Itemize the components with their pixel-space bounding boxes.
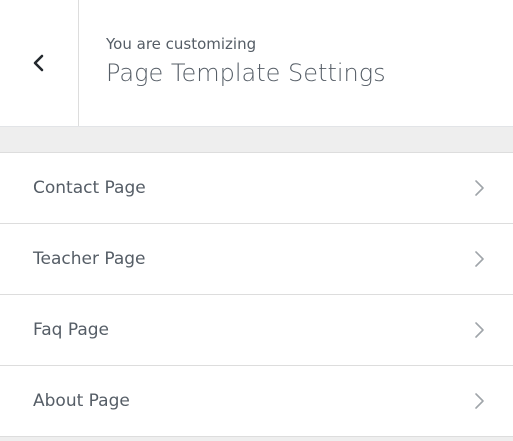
chevron-right-icon: [475, 251, 484, 267]
section-item-label: Faq Page: [33, 320, 109, 340]
chevron-right-icon: [475, 322, 484, 338]
section-list: Contact Page Teacher Page Faq Page About…: [0, 152, 513, 437]
chevron-right-icon: [475, 393, 484, 409]
chevron-left-icon: [33, 54, 44, 72]
section-item-faq-page[interactable]: Faq Page: [0, 295, 513, 366]
section-item-contact-page[interactable]: Contact Page: [0, 153, 513, 224]
customizer-header: You are customizing Page Template Settin…: [0, 0, 513, 127]
section-item-label: Teacher Page: [33, 249, 146, 269]
panel-title-block: You are customizing Page Template Settin…: [106, 34, 501, 89]
back-button[interactable]: [0, 0, 79, 126]
chevron-right-icon: [475, 180, 484, 196]
section-item-about-page[interactable]: About Page: [0, 366, 513, 437]
section-spacer: [0, 127, 513, 152]
section-item-label: About Page: [33, 391, 130, 411]
section-item-teacher-page[interactable]: Teacher Page: [0, 224, 513, 295]
customizing-preamble: You are customizing: [106, 35, 257, 53]
panel-title: Page Template Settings: [106, 59, 386, 87]
section-item-label: Contact Page: [33, 178, 146, 198]
